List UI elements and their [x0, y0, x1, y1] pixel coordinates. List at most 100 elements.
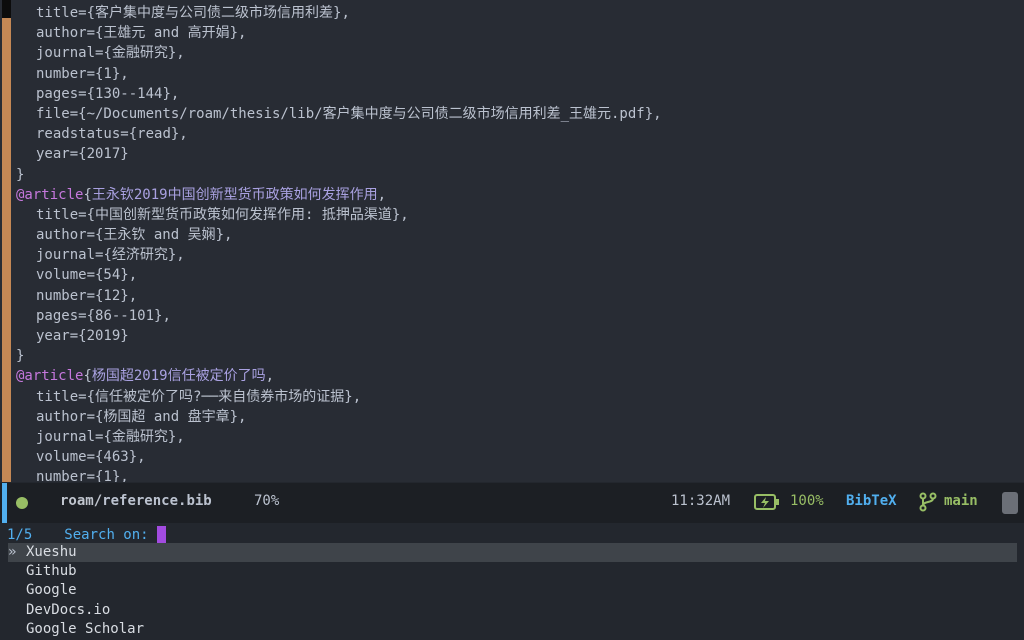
battery-charging-icon [754, 494, 779, 510]
minibuffer[interactable]: 1/5 Search on: » Xueshu Github Google DevDocs… [0, 523, 1024, 640]
code-token-field: number [36, 469, 87, 482]
code-token-field: title [36, 5, 79, 21]
code-token-punct: , [265, 368, 275, 385]
code-token-kw: @article [16, 186, 84, 203]
code-token-punct: } [16, 348, 25, 365]
code-line[interactable]: readstatus={read}, [16, 124, 1024, 144]
candidate-item[interactable]: » Xueshu [8, 543, 1017, 563]
code-token-punct: , [377, 186, 387, 203]
code-token-field: pages [36, 85, 79, 102]
code-token-punct: ={王永钦 and 吴娴}, [86, 227, 233, 244]
code-token-punct: ={1}, [86, 65, 129, 82]
code-line[interactable]: } [16, 346, 1024, 366]
code-token-punct: ={86--101}, [78, 307, 171, 324]
code-token-field: journal [36, 247, 96, 264]
code-token-punct: ={金融研究}, [95, 45, 185, 62]
code-line[interactable]: file={~/Documents/roam/thesis/lib/客户集中度与… [16, 104, 1024, 124]
code-line[interactable]: journal={经济研究}, [16, 245, 1024, 265]
code-token-punct: ={中国创新型货币政策如何发挥作用: 抵押品渠道}, [78, 206, 409, 223]
code-line[interactable]: @article{杨国超2019信任被定价了吗, [16, 366, 1024, 386]
candidate-label: Xueshu [26, 544, 77, 560]
major-mode[interactable]: BibTeX [846, 493, 897, 509]
code-line[interactable]: } [16, 165, 1024, 185]
code-line[interactable]: number={1}, [16, 467, 1024, 482]
code-token-field: journal [36, 428, 96, 445]
code-token-punct: ={1}, [86, 469, 129, 482]
candidate-label: Google Scholar [26, 620, 145, 637]
code-token-punct: ={信任被定价了吗?──来自债券市场的证据}, [78, 388, 362, 405]
code-token-field: readstatus [36, 126, 121, 143]
buffer-name[interactable]: roam/reference.bib [60, 493, 212, 509]
code-line[interactable]: author={杨国超 and 盘宇章}, [16, 407, 1024, 427]
code-token-key: 杨国超2019信任被定价了吗 [91, 368, 266, 385]
code-token-punct: ={经济研究}, [95, 247, 185, 264]
clock: 11:32AM [671, 493, 731, 509]
mode-line: roam/reference.bib 70% 11:32AM 100% BibT… [0, 483, 1024, 523]
code-line[interactable]: pages={86--101}, [16, 306, 1024, 326]
candidate-count: 1/5 [7, 527, 33, 543]
candidate-item[interactable]: DevDocs.io [8, 601, 1017, 620]
code-line[interactable]: author={王雄元 and 高开娟}, [16, 23, 1024, 43]
code-token-punct: ={金融研究}, [95, 428, 185, 445]
minibuffer-prompt: 1/5 Search on: [7, 525, 166, 545]
code-line[interactable]: @article{王永钦2019中国创新型货币政策如何发挥作用, [16, 185, 1024, 205]
candidate-label: Google [26, 582, 77, 599]
buffer-state-icon [16, 497, 28, 509]
prompt-label: Search on: [64, 527, 149, 543]
battery-level: 100% [790, 493, 824, 509]
code-token-punct: ={王雄元 and 高开娟}, [86, 25, 247, 42]
git-gutter-fringe [2, 0, 11, 482]
code-line[interactable]: number={1}, [16, 64, 1024, 84]
code-line[interactable]: author={王永钦 and 吴娴}, [16, 225, 1024, 245]
modeline-active-indicator [2, 483, 7, 523]
code-token-punct: ={客户集中度与公司债二级市场信用利差}, [78, 5, 350, 21]
text-cursor[interactable] [156, 526, 166, 544]
code-line[interactable]: journal={金融研究}, [16, 43, 1024, 63]
candidate-item[interactable]: Google [8, 581, 1017, 600]
code-token-punct: ={杨国超 and 盘宇章}, [86, 408, 247, 425]
code-token-punct: ={54}, [86, 267, 138, 284]
code-line[interactable]: title={客户集中度与公司债二级市场信用利差}, [16, 3, 1024, 23]
code-line[interactable]: title={信任被定价了吗?──来自债券市场的证据}, [16, 387, 1024, 407]
candidate-item[interactable]: Github [8, 562, 1017, 581]
code-token-field: volume [36, 267, 87, 284]
code-token-punct: ={read}, [120, 126, 188, 143]
code-token-punct: ={~/Documents/roam/thesis/lib/客户集中度与公司债二… [69, 105, 662, 122]
code-token-punct: ={12}, [86, 287, 138, 304]
editor-buffer[interactable]: title={客户集中度与公司债二级市场信用利差}, author={王雄元 an… [0, 0, 1024, 482]
code-token-punct: ={2019} [69, 328, 129, 344]
code-token-field: file [36, 105, 70, 122]
code-token-punct: { [83, 186, 92, 203]
code-line[interactable]: volume={463}, [16, 447, 1024, 467]
code-token-punct: ={463}, [86, 449, 146, 466]
code-token-field: author [36, 408, 87, 425]
code-line[interactable]: number={12}, [16, 286, 1024, 306]
candidate-label: DevDocs.io [26, 601, 111, 618]
fringe-marker [2, 0, 11, 18]
code-token-punct: ={130--144}, [78, 85, 180, 102]
code-line[interactable]: volume={54}, [16, 265, 1024, 285]
candidate-item[interactable]: Google Scholar [8, 620, 1017, 639]
code-line[interactable]: year={2017} [16, 144, 1024, 164]
code-token-key: 王永钦2019中国创新型货币政策如何发挥作用 [91, 186, 378, 203]
code-token-punct: } [16, 166, 25, 183]
code-token-field: volume [36, 449, 87, 466]
code-token-field: title [36, 388, 79, 405]
git-branch-icon [919, 492, 937, 512]
code-token-field: journal [36, 45, 96, 62]
code-token-punct: ={2017} [69, 146, 129, 163]
code-token-field: author [36, 25, 87, 42]
code-token-field: year [36, 328, 70, 344]
candidate-label: Github [26, 563, 77, 580]
code-line[interactable]: journal={金融研究}, [16, 427, 1024, 447]
code-token-field: number [36, 65, 87, 82]
code-area[interactable]: title={客户集中度与公司债二级市场信用利差}, author={王雄元 an… [16, 3, 1024, 482]
code-token-field: year [36, 146, 70, 163]
code-token-kw: @article [16, 368, 84, 385]
vcs-branch[interactable]: main [944, 493, 978, 509]
code-line[interactable]: year={2019} [16, 326, 1024, 346]
code-token-field: author [36, 227, 87, 244]
code-line[interactable]: title={中国创新型货币政策如何发挥作用: 抵押品渠道}, [16, 205, 1024, 225]
code-token-field: number [36, 287, 87, 304]
code-line[interactable]: pages={130--144}, [16, 84, 1024, 104]
